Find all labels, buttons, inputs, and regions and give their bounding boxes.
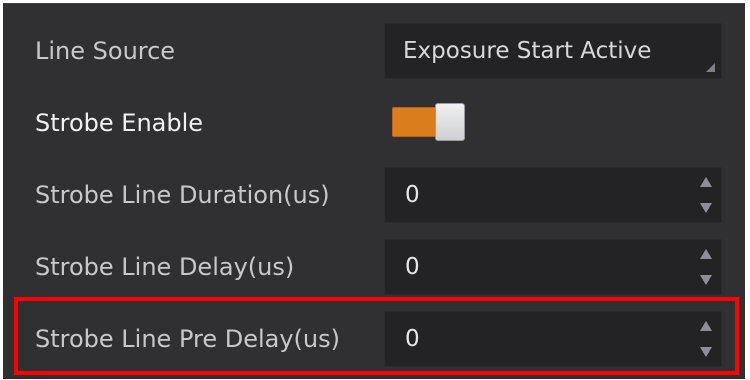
strobe-line-delay-label: Strobe Line Delay(us) bbox=[35, 253, 295, 281]
spin-down-icon[interactable] bbox=[700, 347, 712, 357]
spin-down-icon[interactable] bbox=[700, 203, 712, 213]
spinner[interactable] bbox=[699, 249, 713, 285]
property-row-strobe-line-duration: Strobe Line Duration(us) 0 bbox=[3, 159, 745, 231]
strobe-line-delay-value: 0 bbox=[405, 254, 420, 280]
property-row-strobe-line-pre-delay: Strobe Line Pre Delay(us) 0 bbox=[3, 303, 745, 375]
spin-up-icon[interactable] bbox=[700, 177, 712, 187]
line-source-label: Line Source bbox=[35, 37, 176, 65]
strobe-line-pre-delay-spinbox[interactable]: 0 bbox=[384, 311, 722, 367]
spinner[interactable] bbox=[699, 321, 713, 357]
strobe-settings-panel: Line Source Exposure Start Active Strobe… bbox=[3, 3, 745, 379]
property-row-strobe-enable: Strobe Enable bbox=[3, 87, 745, 159]
line-source-value: Exposure Start Active bbox=[403, 38, 652, 64]
strobe-line-pre-delay-value: 0 bbox=[405, 326, 420, 352]
spin-up-icon[interactable] bbox=[700, 321, 712, 331]
strobe-line-delay-spinbox[interactable]: 0 bbox=[384, 239, 722, 295]
dropdown-corner-icon bbox=[706, 63, 715, 72]
toggle-knob bbox=[435, 103, 465, 141]
strobe-line-duration-spinbox[interactable]: 0 bbox=[384, 167, 722, 223]
strobe-line-pre-delay-label: Strobe Line Pre Delay(us) bbox=[35, 325, 340, 353]
strobe-enable-label: Strobe Enable bbox=[35, 109, 204, 137]
spinner[interactable] bbox=[699, 177, 713, 213]
strobe-enable-toggle[interactable] bbox=[392, 103, 468, 141]
spin-down-icon[interactable] bbox=[700, 275, 712, 285]
strobe-line-duration-value: 0 bbox=[405, 182, 420, 208]
property-row-strobe-line-delay: Strobe Line Delay(us) 0 bbox=[3, 231, 745, 303]
spin-up-icon[interactable] bbox=[700, 249, 712, 259]
line-source-dropdown[interactable]: Exposure Start Active bbox=[384, 23, 722, 79]
property-row-line-source: Line Source Exposure Start Active bbox=[3, 15, 745, 87]
strobe-line-duration-label: Strobe Line Duration(us) bbox=[35, 181, 330, 209]
